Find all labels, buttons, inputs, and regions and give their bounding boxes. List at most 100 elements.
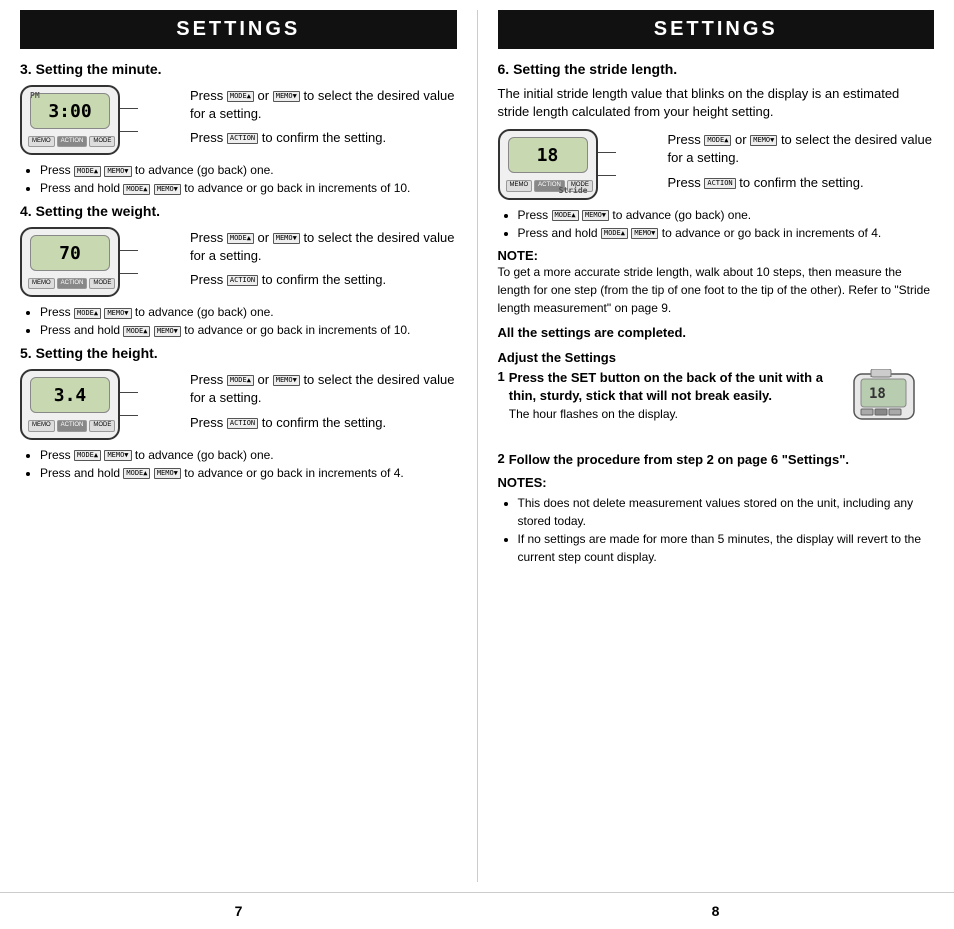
section3-instructions: Press MODE▲ or MEMO▼ to select the desir… bbox=[190, 87, 457, 154]
section3-buttons: MEMO ACTION MODE bbox=[22, 133, 118, 153]
section3-screen: 3:00 PM bbox=[30, 93, 110, 129]
svg-text:18: 18 bbox=[869, 386, 886, 402]
section3-instr2: Press ACTION to confirm the setting. bbox=[190, 129, 457, 147]
s4-mode-up-icon: MODE▲ bbox=[227, 233, 254, 244]
s5-mode-up-icon: MODE▲ bbox=[227, 375, 254, 386]
section6-device-wrapper: 18 Stride MEMO ACTION MODE bbox=[498, 129, 668, 199]
s5-memo-down-icon: MEMO▼ bbox=[273, 375, 300, 386]
section6-screen: 18 Stride bbox=[508, 137, 588, 173]
left-settings-header: SETTINGS bbox=[20, 10, 457, 49]
section5-lines bbox=[120, 392, 138, 416]
section6-intro: The initial stride length value that bli… bbox=[498, 85, 935, 121]
s6-memo-down-icon: MEMO▼ bbox=[750, 135, 777, 146]
section4-instructions: Press MODE▲ or MEMO▼ to select the desir… bbox=[190, 229, 457, 296]
s5-b2-paren: MEMO▼ bbox=[154, 468, 181, 479]
section4-instr1: Press MODE▲ or MEMO▼ to select the desir… bbox=[190, 229, 457, 265]
mode-up-icon: MODE▲ bbox=[227, 91, 254, 102]
section6-instructions: Press MODE▲ or MEMO▼ to select the desir… bbox=[668, 131, 935, 198]
pedometer-svg: 18 bbox=[849, 369, 934, 434]
section5-screen: 3.4 bbox=[30, 377, 110, 413]
pedometer-illustration: 18 bbox=[849, 369, 934, 437]
adjust-item2-text: Follow the procedure from step 2 on page… bbox=[509, 451, 849, 469]
adjust-item2: 2 Follow the procedure from step 2 on pa… bbox=[498, 451, 935, 469]
page-left: 7 bbox=[235, 903, 243, 919]
section4-device: 70 MEMO ACTION MODE bbox=[20, 227, 120, 297]
section5-btn-memo: MEMO bbox=[28, 420, 55, 431]
section4-lines bbox=[120, 250, 138, 274]
s4-memo-down-icon: MEMO▼ bbox=[273, 233, 300, 244]
s3-b1-icon1: MODE▲ bbox=[74, 166, 101, 177]
action-icon-s4: ACTION bbox=[227, 275, 258, 286]
section5-btn-action: ACTION bbox=[57, 420, 88, 431]
s6-b1-icon1: MODE▲ bbox=[552, 210, 579, 221]
section4-btn-memo: MEMO bbox=[28, 278, 55, 289]
s3-b2-paren: MEMO▼ bbox=[154, 184, 181, 195]
section5-title: 5. Setting the height. bbox=[20, 345, 457, 361]
s6-b1-paren: MEMO▼ bbox=[582, 210, 609, 221]
section5-buttons: MEMO ACTION MODE bbox=[22, 417, 118, 437]
s5-b1-icon1: MODE▲ bbox=[74, 450, 101, 461]
section4: 4. Setting the weight. 70 MEMO ACTION MO… bbox=[20, 203, 457, 339]
right-settings-header: SETTINGS bbox=[498, 10, 935, 49]
section6-device: 18 Stride MEMO ACTION MODE bbox=[498, 129, 598, 199]
section6-note-label: NOTE: bbox=[498, 248, 538, 263]
s3-b2-icon1: MODE▲ bbox=[123, 184, 150, 195]
action-icon-s6: ACTION bbox=[704, 178, 735, 189]
right-column: SETTINGS 6. Setting the stride length. T… bbox=[488, 10, 945, 882]
section4-bullet1: Press MODE▲ MEMO▼ to advance (go back) o… bbox=[40, 303, 457, 321]
section4-title: 4. Setting the weight. bbox=[20, 203, 457, 219]
section6-bullet2: Press and hold MODE▲ MEMO▼ to advance or… bbox=[518, 224, 935, 242]
notes-bullets: This does not delete measurement values … bbox=[508, 494, 935, 566]
section4-bullets: Press MODE▲ MEMO▼ to advance (go back) o… bbox=[30, 303, 457, 339]
page-right: 8 bbox=[712, 903, 720, 919]
section4-buttons: MEMO ACTION MODE bbox=[22, 275, 118, 295]
section6-btn-memo: MEMO bbox=[506, 180, 533, 191]
section5-bullet1: Press MODE▲ MEMO▼ to advance (go back) o… bbox=[40, 446, 457, 464]
section3-title: 3. Setting the minute. bbox=[20, 61, 457, 77]
section5-device-area: 3.4 MEMO ACTION MODE bbox=[20, 369, 457, 439]
section3-bullets: Press MODE▲ MEMO▼ to advance (go back) o… bbox=[30, 161, 457, 197]
section4-btn-action: ACTION bbox=[57, 278, 88, 289]
adjust-item2-num: 2 bbox=[498, 451, 505, 469]
section4-btn-mode: MODE bbox=[89, 278, 115, 289]
section3-device: 3:00 PM MEMO ACTION MODE bbox=[20, 85, 120, 155]
section3-device-wrapper: 3:00 PM MEMO ACTION MODE bbox=[20, 85, 190, 155]
s5-b1-paren: MEMO▼ bbox=[104, 450, 131, 461]
section6-device-area: 18 Stride MEMO ACTION MODE bbox=[498, 129, 935, 199]
section3-btn-mode: MODE bbox=[89, 136, 115, 147]
s3-b1-paren: MEMO▼ bbox=[104, 166, 131, 177]
notes-section: NOTES: This does not delete measurement … bbox=[498, 475, 935, 566]
s4-b1-paren: MEMO▼ bbox=[104, 308, 131, 319]
section3-instr1: Press MODE▲ or MEMO▼ to select the desir… bbox=[190, 87, 457, 123]
s4-b2-icon1: MODE▲ bbox=[123, 326, 150, 337]
section5-device: 3.4 MEMO ACTION MODE bbox=[20, 369, 120, 439]
s4-b1-icon1: MODE▲ bbox=[74, 308, 101, 319]
action-icon-s3: ACTION bbox=[227, 133, 258, 144]
section3-bullet2: Press and hold MODE▲ MEMO▼ to advance or… bbox=[40, 179, 457, 197]
section4-instr2: Press ACTION to confirm the setting. bbox=[190, 271, 457, 289]
column-divider bbox=[477, 10, 478, 882]
section3-btn-memo: MEMO bbox=[28, 136, 55, 147]
section3-device-area: 3:00 PM MEMO ACTION MODE bbox=[20, 85, 457, 155]
section5: 5. Setting the height. 3.4 MEMO ACTION M… bbox=[20, 345, 457, 481]
section5-instr2: Press ACTION to confirm the setting. bbox=[190, 414, 457, 432]
memo-down-icon: MEMO▼ bbox=[273, 91, 300, 102]
section5-bullet2: Press and hold MODE▲ MEMO▼ to advance or… bbox=[40, 464, 457, 482]
notes-header: NOTES: bbox=[498, 475, 935, 490]
s6-b2-paren: MEMO▼ bbox=[631, 228, 658, 239]
all-complete: All the settings are completed. bbox=[498, 325, 935, 340]
section3: 3. Setting the minute. 3:00 PM MEMO ACTI… bbox=[20, 61, 457, 197]
adjust-item1: 1 18 bbox=[498, 369, 935, 445]
adjust-section: Adjust the Settings 1 18 bbox=[498, 350, 935, 566]
left-column: SETTINGS 3. Setting the minute. 3:00 PM … bbox=[10, 10, 467, 882]
section6-instr2: Press ACTION to confirm the setting. bbox=[668, 174, 935, 192]
section5-bullets: Press MODE▲ MEMO▼ to advance (go back) o… bbox=[30, 446, 457, 482]
section3-btn-action: ACTION bbox=[57, 136, 88, 147]
section5-instr1: Press MODE▲ or MEMO▼ to select the desir… bbox=[190, 371, 457, 407]
adjust-item1-content: 18 Press the SET button on the back of t… bbox=[509, 369, 934, 445]
section6-bullet1: Press MODE▲ MEMO▼ to advance (go back) o… bbox=[518, 206, 935, 224]
s5-b2-icon1: MODE▲ bbox=[123, 468, 150, 479]
section6-note-text: To get a more accurate stride length, wa… bbox=[498, 263, 935, 317]
section6-lines bbox=[598, 152, 616, 176]
action-icon-s5: ACTION bbox=[227, 418, 258, 429]
